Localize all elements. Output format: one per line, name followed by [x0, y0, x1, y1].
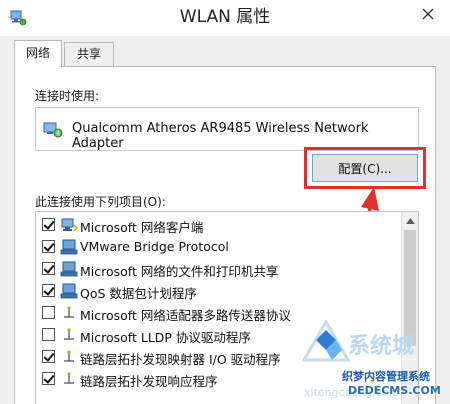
tab-sharing[interactable]: 共享: [64, 42, 114, 66]
watermark-subtitle: 织梦内容管理系统: [342, 370, 430, 383]
item-label: VMware Bridge Protocol: [80, 239, 229, 254]
protocol-icon: [64, 328, 74, 340]
item-checkbox[interactable]: [42, 262, 55, 275]
item-label: 链路层拓扑发现映射器 I/O 驱动程序: [80, 352, 281, 367]
item-label: 链路层拓扑发现响应程序: [80, 374, 218, 389]
item-checkbox[interactable]: [42, 328, 55, 341]
list-item[interactable]: Microsoft 网络客户端: [36, 214, 402, 236]
scroll-up-button[interactable]: [402, 212, 418, 229]
list-item[interactable]: Microsoft 网络的文件和打印机共享: [36, 258, 402, 280]
item-checkbox[interactable]: [42, 218, 55, 231]
item-checkbox[interactable]: [42, 350, 55, 363]
item-label: Microsoft 网络客户端: [80, 220, 204, 235]
protocol-icon: [64, 372, 74, 384]
window-title: WLAN 属性: [179, 7, 271, 27]
item-checkbox[interactable]: [42, 306, 55, 319]
configure-button[interactable]: 配置(C)...: [312, 154, 418, 182]
list-item[interactable]: VMware Bridge Protocol: [36, 236, 402, 258]
watermark-logo-icon: [302, 320, 350, 362]
tab-network[interactable]: 网络: [14, 40, 62, 67]
network-service-icon: [60, 239, 78, 255]
items-label: 此连接使用下列项目(O):: [35, 195, 166, 209]
network-service-icon: [60, 283, 78, 299]
item-label: Microsoft LLDP 协议驱动程序: [80, 330, 251, 345]
item-checkbox[interactable]: [42, 372, 55, 385]
chevron-up-icon: [406, 217, 415, 224]
site-watermark: 系统城 织梦内容管理系统 xitongcheng.com DEDECMS.COM: [300, 318, 450, 404]
item-label: Microsoft 网络适配器多路传送器协议: [80, 308, 291, 323]
network-adapter-icon: [43, 122, 63, 138]
wlan-properties-window: WLAN 属性 网络 共享 连接时使用: Qualcomm Atheros AR…: [0, 0, 450, 404]
list-item[interactable]: QoS 数据包计划程序: [36, 280, 402, 302]
protocol-icon: [64, 306, 74, 318]
network-client-icon: [61, 218, 78, 232]
item-label: Microsoft 网络的文件和打印机共享: [80, 264, 279, 279]
close-icon: [422, 8, 434, 20]
network-service-icon: [60, 261, 78, 277]
title-bar: WLAN 属性: [0, 0, 450, 36]
item-label: QoS 数据包计划程序: [80, 286, 197, 301]
connect-using-label: 连接时使用:: [35, 89, 100, 103]
close-button[interactable]: [406, 0, 450, 28]
watermark-url-right: DEDECMS.COM: [348, 384, 441, 397]
item-checkbox[interactable]: [42, 240, 55, 253]
item-checkbox[interactable]: [42, 284, 55, 297]
protocol-icon: [64, 350, 74, 362]
adapter-field: Qualcomm Atheros AR9485 Wireless Network…: [35, 107, 419, 151]
watermark-brand: 系统城: [348, 334, 415, 359]
